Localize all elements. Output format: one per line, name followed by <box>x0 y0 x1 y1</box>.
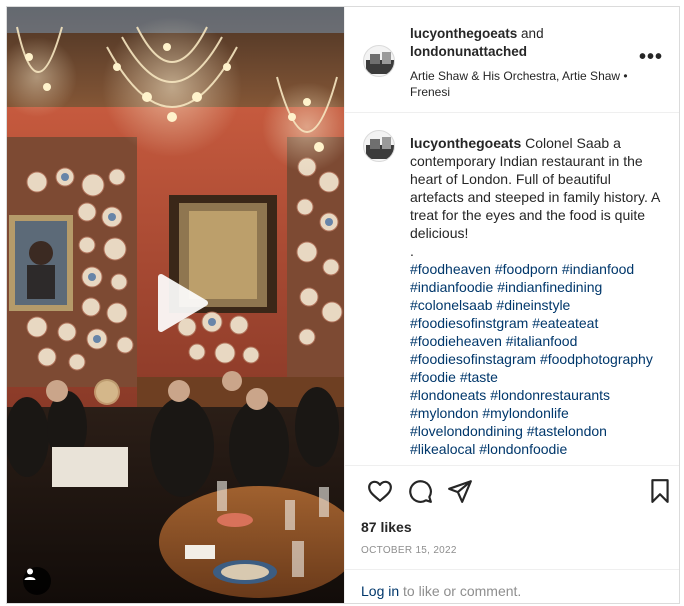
post-caption: lucyonthegoeats Colonel Saab a contempor… <box>410 134 662 458</box>
paper-plane-icon[interactable] <box>447 478 473 504</box>
play-button[interactable] <box>147 271 215 339</box>
likes-count[interactable]: 87 likes <box>361 519 412 535</box>
hashtag-link[interactable]: #indianfinedining <box>497 279 602 295</box>
avatar-image <box>364 46 394 76</box>
more-options-button[interactable]: ••• <box>639 47 663 67</box>
coauthor-username[interactable]: londonunattached <box>410 44 527 59</box>
hashtag-link[interactable]: #dineinstyle <box>496 297 570 313</box>
heart-icon[interactable] <box>367 478 393 504</box>
play-icon <box>158 274 208 332</box>
hashtag-link[interactable]: #tastelondon <box>527 423 607 439</box>
author-username[interactable]: lucyonthegoeats <box>410 26 517 41</box>
hashtag-link[interactable]: #foodheaven <box>410 261 491 277</box>
hashtag-link[interactable]: #indianfoodie <box>410 279 493 295</box>
hashtag-link[interactable]: #foodie <box>410 369 456 385</box>
hashtag-link[interactable]: #mylondonlife <box>482 405 568 421</box>
caption-username[interactable]: lucyonthegoeats <box>410 135 521 151</box>
header-text: lucyonthegoeats and londonunattached Art… <box>410 25 630 100</box>
audio-attribution[interactable]: Artie Shaw & His Orchestra, Artie Shaw •… <box>410 68 630 100</box>
post-header: lucyonthegoeats and londonunattached Art… <box>345 7 679 113</box>
caption-dot: . <box>410 243 414 259</box>
hashtag-link[interactable]: #foodieheaven <box>410 333 502 349</box>
user-tag-button[interactable] <box>23 567 51 595</box>
action-bar <box>345 465 679 515</box>
hashtag-group-1: #foodheaven #foodporn #indianfood #india… <box>410 260 662 386</box>
bookmark-icon[interactable] <box>647 478 673 504</box>
hashtag-link[interactable]: #eateateat <box>532 315 598 331</box>
comments-area: lucyonthegoeats Colonel Saab a contempor… <box>345 114 679 464</box>
post-video[interactable] <box>7 7 344 603</box>
hashtag-link[interactable]: #lovelondondining <box>410 423 523 439</box>
hashtag-link[interactable]: #foodiesofinstgram <box>410 315 528 331</box>
user-tag-icon <box>24 568 36 580</box>
hashtag-link[interactable]: #colonelsaab <box>410 297 493 313</box>
hashtag-link[interactable]: #foodiesofinstagram <box>410 351 536 367</box>
caption-author-avatar[interactable] <box>363 130 395 162</box>
comment-bubble-icon[interactable] <box>407 478 433 504</box>
login-prompt-text: to like or comment. <box>399 583 522 599</box>
hashtag-link[interactable]: #londonfoodie <box>479 441 567 457</box>
hashtag-link[interactable]: #mylondon <box>410 405 479 421</box>
post-sidebar: lucyonthegoeats and londonunattached Art… <box>344 7 679 603</box>
avatar-image <box>364 131 394 161</box>
login-link[interactable]: Log in <box>361 583 399 599</box>
hashtag-link[interactable]: #taste <box>460 369 498 385</box>
owners-joiner: and <box>521 26 544 41</box>
hashtag-link[interactable]: #londonrestaurants <box>490 387 610 403</box>
hashtag-link[interactable]: #foodphotography <box>540 351 653 367</box>
hashtag-link[interactable]: #likealocal <box>410 441 475 457</box>
login-prompt: Log in to like or comment. <box>345 569 679 603</box>
post-owners: lucyonthegoeats and londonunattached <box>410 25 630 61</box>
hashtag-link[interactable]: #londoneats <box>410 387 486 403</box>
hashtag-link[interactable]: #foodporn <box>495 261 558 277</box>
hashtag-link[interactable]: #italianfood <box>506 333 578 349</box>
post-date: OCTOBER 15, 2022 <box>361 545 457 556</box>
hashtag-group-2: #londoneats #londonrestaurants #mylondon… <box>410 386 662 458</box>
post-container: lucyonthegoeats and londonunattached Art… <box>6 6 680 604</box>
author-avatar[interactable] <box>363 45 395 77</box>
hashtag-link[interactable]: #indianfood <box>562 261 634 277</box>
